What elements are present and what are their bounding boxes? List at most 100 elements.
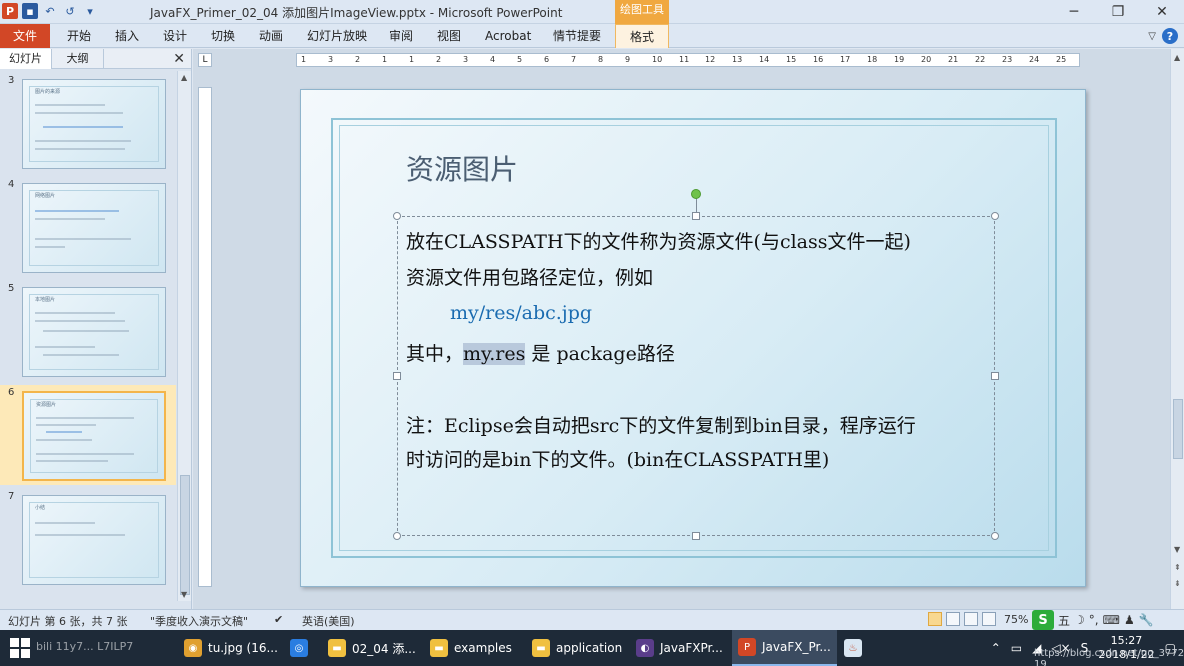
customize-qat-icon[interactable]: ▾ — [82, 3, 98, 19]
minimize-button[interactable]: ─ — [1052, 0, 1096, 24]
tab-storyboard[interactable]: 情节提要 — [553, 26, 601, 46]
ime-moon-icon[interactable]: ☽ — [1074, 613, 1085, 627]
content-textbox[interactable]: 放在CLASSPATH下的文件称为资源文件(与class文件一起) 资源文件用包… — [393, 189, 999, 540]
resize-handle-ne[interactable] — [991, 212, 999, 220]
language-status[interactable]: 英语(美国) — [302, 613, 355, 629]
close-pane-icon[interactable]: ✕ — [173, 51, 185, 67]
resize-handle-sw[interactable] — [393, 532, 401, 540]
taskbar-item-folder-0204[interactable]: ▬ 02_04 添... — [322, 630, 422, 666]
tab-animations[interactable]: 动画 — [259, 26, 283, 46]
taskbar-label: JavaFXPr... — [660, 641, 723, 655]
taskbar-item-application[interactable]: ▬ application — [526, 630, 628, 666]
thumbnails-scrollbar[interactable]: ▲ ▼ — [177, 71, 191, 601]
tab-design[interactable]: 设计 — [163, 26, 187, 46]
text-line-4[interactable]: 其中，my.res 是 package路径 — [406, 339, 675, 366]
redo-icon[interactable]: ↺ — [62, 3, 78, 19]
thumb-title: 小结 — [35, 505, 46, 511]
editor-scrollbar[interactable]: ▲ ▼ ⇞ ⇟ — [1170, 49, 1184, 609]
restore-button[interactable]: ❐ — [1096, 0, 1140, 24]
tab-format[interactable]: 格式 — [615, 24, 670, 48]
reading-view-button[interactable] — [964, 612, 978, 626]
selected-text[interactable]: my.res — [463, 343, 526, 365]
scroll-down-icon[interactable]: ▼ — [1174, 545, 1180, 554]
tab-home[interactable]: 开始 — [67, 26, 91, 46]
show-hidden-icons[interactable]: ⌃ — [991, 641, 1001, 655]
tab-stop-selector-icon[interactable]: L — [198, 53, 212, 67]
scroll-thumb[interactable] — [1173, 399, 1183, 459]
text-line-2[interactable]: 资源文件用包路径定位，例如 — [406, 263, 653, 290]
undo-icon[interactable]: ↶ — [42, 3, 58, 19]
slide-thumbnail-4[interactable]: 4 网络图片 — [0, 177, 176, 277]
windows-start-icon[interactable] — [10, 638, 30, 658]
eclipse-icon: ◐ — [636, 639, 654, 657]
slide-title[interactable]: 资源图片 — [406, 148, 518, 188]
slide-canvas[interactable]: 资源图片 放在CLASSPATH下的文件称为资源文件(与class文件一起) 资… — [300, 89, 1086, 587]
save-icon[interactable]: ▪ — [22, 3, 38, 19]
resize-handle-w[interactable] — [393, 372, 401, 380]
taskbar-item-browser[interactable]: ◎ — [284, 630, 314, 666]
spell-check-icon[interactable]: ✔ — [274, 613, 283, 626]
tab-slideshow[interactable]: 幻灯片放映 — [307, 26, 367, 46]
text-line-note-2[interactable]: 时访问的是bin下的文件。(bin在CLASSPATH里) — [406, 445, 829, 472]
previous-slide-icon[interactable]: ⇞ — [1174, 563, 1181, 572]
slides-pane: 幻灯片 大纲 ✕ 3 图片的来源 4 网络图片 5 本地图片 6 资源图片 7 … — [0, 49, 192, 609]
taskbar-item-examples[interactable]: ▬ examples — [424, 630, 518, 666]
tab-view[interactable]: 视图 — [437, 26, 461, 46]
tab-slides[interactable]: 幻灯片 — [0, 49, 52, 69]
vertical-ruler[interactable] — [198, 87, 212, 587]
zoom-level[interactable]: 75% — [1004, 613, 1028, 626]
text-line-path[interactable]: my/res/abc.jpg — [450, 302, 592, 324]
view-buttons — [928, 612, 996, 626]
slide-thumbnail-5[interactable]: 5 本地图片 — [0, 281, 176, 381]
scroll-up-icon[interactable]: ▲ — [1174, 53, 1180, 62]
tab-insert[interactable]: 插入 — [115, 26, 139, 46]
ime-toolbar: S 五 ☽ °, ⌨ ♟ 🔧 — [1032, 610, 1154, 630]
tab-file[interactable]: 文件 — [0, 24, 50, 48]
text-line-note-1[interactable]: 注：Eclipse会自动把src下的文件复制到bin目录，程序运行 — [406, 411, 916, 438]
status-bar: 幻灯片 第 6 张，共 7 张 "季度收入演示文稿" ✔ 英语(美国) 75% … — [0, 609, 1184, 630]
normal-view-button[interactable] — [928, 612, 942, 626]
theme-name-status[interactable]: "季度收入演示文稿" — [150, 613, 248, 629]
close-button[interactable]: ✕ — [1140, 0, 1184, 24]
sogou-ime-icon[interactable]: S — [1032, 610, 1054, 630]
resize-handle-se[interactable] — [991, 532, 999, 540]
slide-thumbnail-6[interactable]: 6 资源图片 — [0, 385, 176, 485]
resize-handle-n[interactable] — [692, 212, 700, 220]
ruler-tick-label: 4 — [490, 55, 496, 64]
thumbnail-image: 小结 — [22, 495, 166, 585]
resize-handle-nw[interactable] — [393, 212, 401, 220]
slide-thumbnail-3[interactable]: 3 图片的来源 — [0, 73, 176, 173]
slideshow-view-button[interactable] — [982, 612, 996, 626]
rotation-handle[interactable] — [691, 189, 701, 199]
ime-settings-icon[interactable]: 🔧 — [1139, 613, 1154, 627]
taskbar-item-java[interactable]: ♨ — [838, 630, 868, 666]
ime-punct-icon[interactable]: °, — [1089, 613, 1099, 627]
taskbar-item-powerpoint[interactable]: P JavaFX_Pr... — [732, 630, 837, 666]
slide-thumbnail-7[interactable]: 7 小结 — [0, 489, 176, 589]
next-slide-icon[interactable]: ⇟ — [1174, 579, 1181, 588]
text-line-1[interactable]: 放在CLASSPATH下的文件称为资源文件(与class文件一起) — [406, 227, 911, 254]
collapse-ribbon-icon[interactable]: ▽ — [1148, 31, 1156, 42]
tab-acrobat[interactable]: Acrobat — [485, 26, 531, 46]
taskbar-item-tujpg[interactable]: ◉ tu.jpg (16... — [178, 630, 284, 666]
ime-keyboard-icon[interactable]: ⌨ — [1103, 613, 1120, 627]
resize-handle-e[interactable] — [991, 372, 999, 380]
ime-user-icon[interactable]: ♟ — [1124, 613, 1135, 627]
battery-icon[interactable]: ▭ — [1011, 641, 1022, 655]
scroll-thumb[interactable] — [180, 475, 190, 595]
scroll-down-icon[interactable]: ▼ — [181, 590, 187, 599]
horizontal-ruler[interactable]: 1 3 2 1 1 2 3 4 5 6 7 8 9 10 11 12 13 14 15 16 17 18 19 20 21 22 2… — [296, 53, 1080, 67]
ime-wubi-icon[interactable]: 五 — [1058, 612, 1070, 629]
slide-sorter-view-button[interactable] — [946, 612, 960, 626]
tab-review[interactable]: 审阅 — [389, 26, 413, 46]
tab-outline[interactable]: 大纲 — [52, 49, 104, 69]
ruler-tick-label: 3 — [328, 55, 334, 64]
resize-handle-s[interactable] — [692, 532, 700, 540]
ruler-tick-label: 6 — [544, 55, 550, 64]
scroll-up-icon[interactable]: ▲ — [181, 73, 187, 82]
tab-transitions[interactable]: 切换 — [211, 26, 235, 46]
help-icon[interactable]: ? — [1162, 28, 1178, 44]
taskbar-item-eclipse[interactable]: ◐ JavaFXPr... — [630, 630, 729, 666]
powerpoint-app-icon[interactable]: P — [2, 3, 18, 19]
ruler-tick-label: 25 — [1056, 55, 1067, 64]
